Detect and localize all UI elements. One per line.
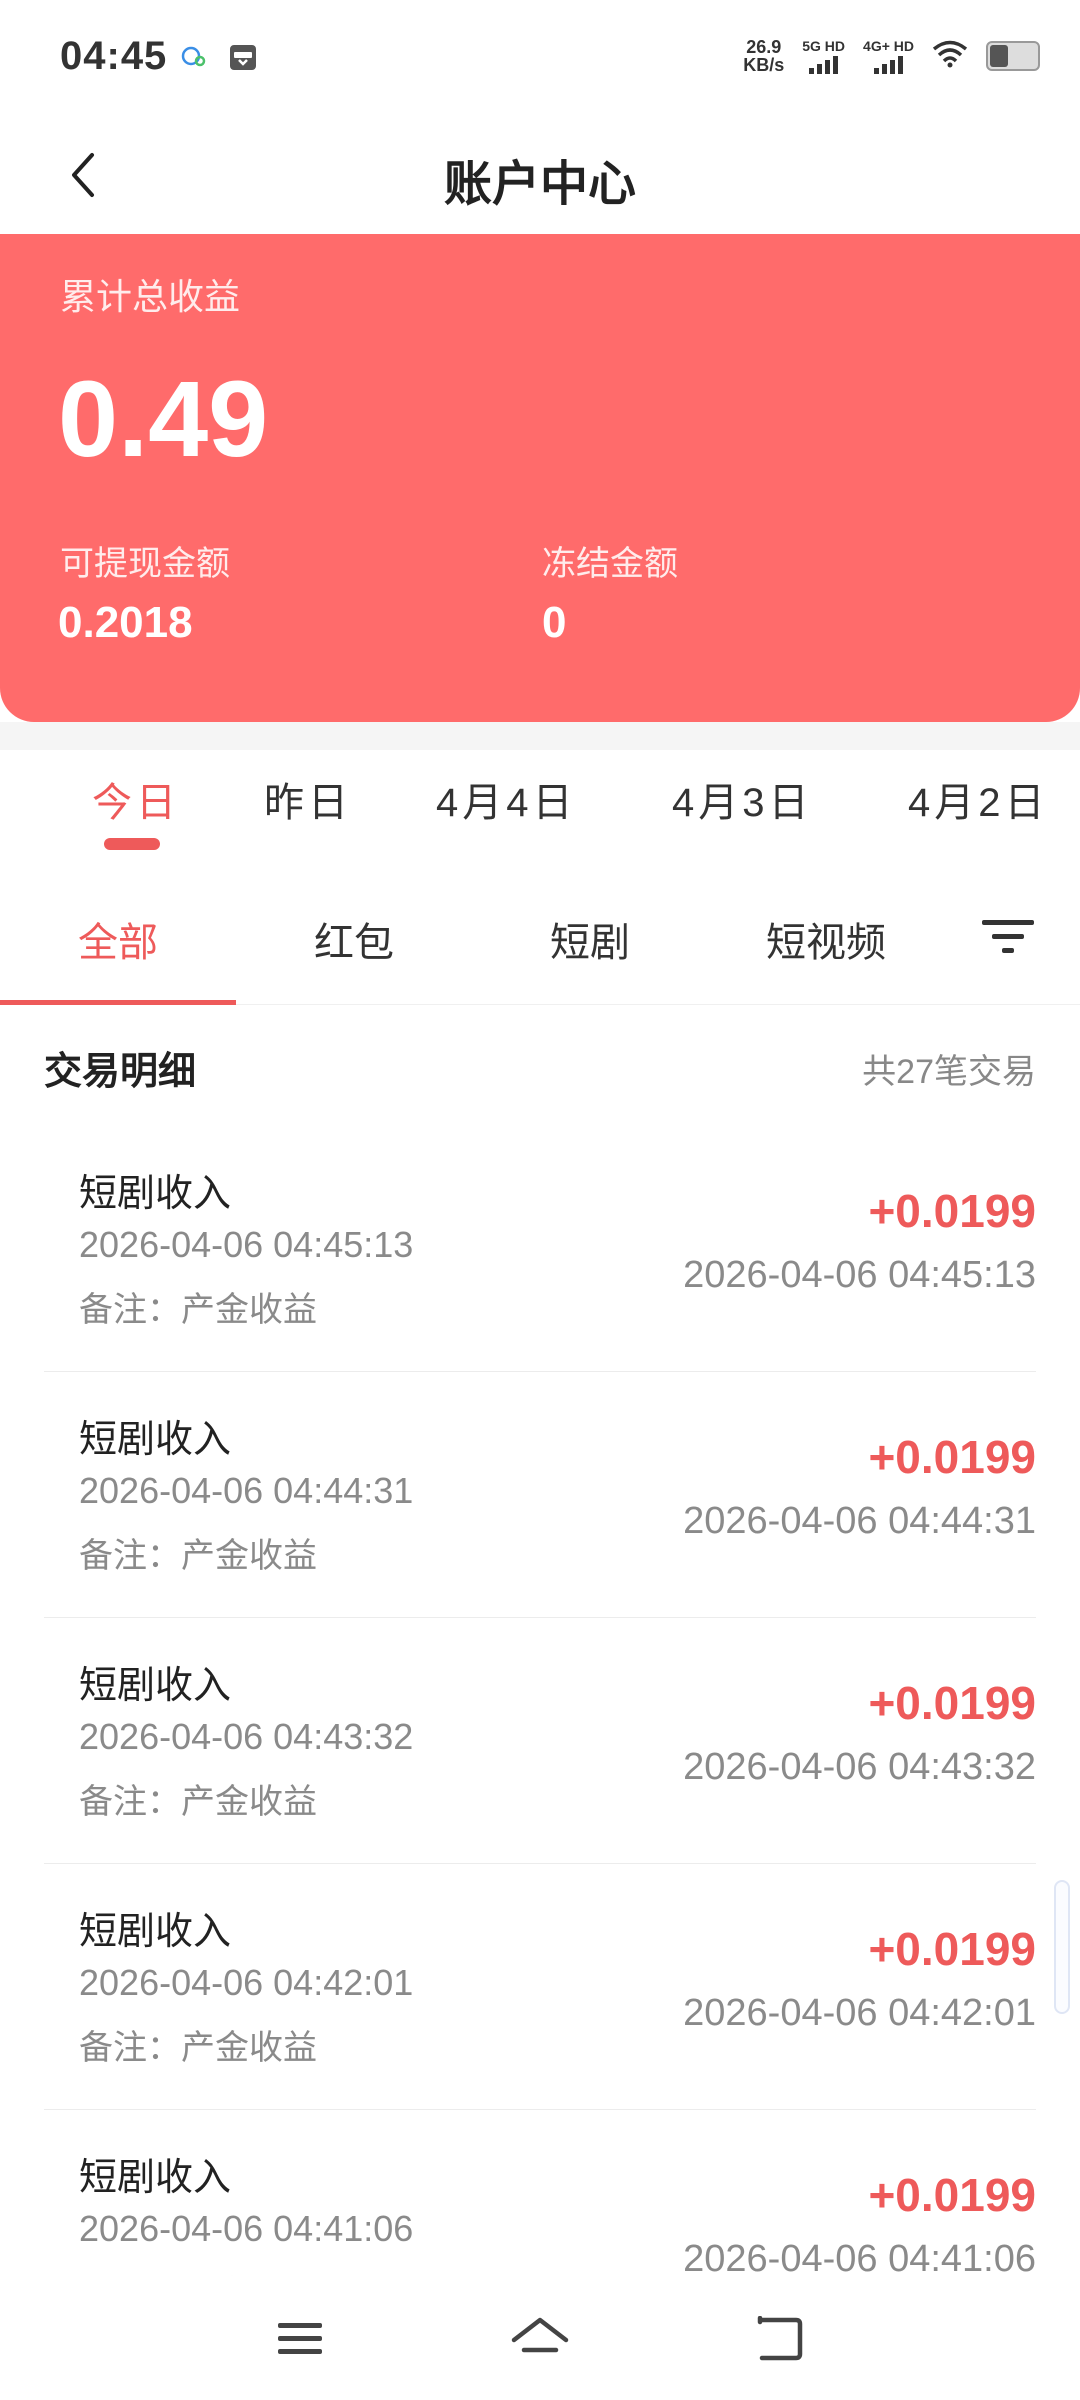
transactions-count: 共27笔交易: [862, 1053, 1036, 1091]
date-tab-today[interactable]: 今日: [92, 770, 180, 828]
list-item[interactable]: 短剧收入 2026-04-06 04:41:06 备注：产金收益 +0.0199…: [44, 2110, 1036, 2276]
date-tab-apr4[interactable]: 4月4日: [436, 770, 577, 828]
tx-amount: +0.0199: [868, 1677, 1036, 1729]
frozen-value: 0: [542, 598, 567, 647]
date-tab-apr3[interactable]: 4月3日: [672, 770, 813, 828]
tab-short-drama[interactable]: 短剧: [472, 910, 708, 968]
tx-title: 短剧收入: [79, 2157, 232, 2199]
home-icon: [511, 2317, 569, 2353]
nav-menu-button[interactable]: [260, 2304, 340, 2374]
tx-note: 备注：产金收益: [79, 2266, 317, 2276]
tx-time: 2026-04-06 04:41:06: [683, 2238, 1036, 2276]
status-bar: 04:45 26.9 KB/s 5G HD 4G+ HD: [0, 0, 1080, 118]
category-tabs: 全部 红包 短剧 短视频: [0, 872, 1080, 1005]
total-earnings-value: 0.49: [58, 358, 269, 479]
scrollbar[interactable]: [1054, 1880, 1070, 2014]
tx-time: 2026-04-06 04:44:31: [683, 1500, 1036, 1542]
network-speed: 26.9 KB/s: [743, 37, 785, 75]
earnings-card: 累计总收益 0.49 可提现金额 0.2018 冻结金额 0: [0, 234, 1080, 722]
nav-back-button[interactable]: [740, 2304, 820, 2374]
date-tab-yesterday[interactable]: 昨日: [264, 770, 352, 828]
wifi-icon: [932, 40, 968, 73]
list-item[interactable]: 短剧收入 2026-04-06 04:43:32 备注：产金收益 +0.0199…: [44, 1618, 1036, 1864]
tx-title: 短剧收入: [79, 1419, 232, 1461]
tx-date: 2026-04-06 04:43:32: [79, 1716, 414, 1757]
withdrawable-value: 0.2018: [58, 598, 193, 647]
message-bubble-icon: [180, 46, 206, 73]
tab-red-packet[interactable]: 红包: [236, 910, 472, 968]
tx-time: 2026-04-06 04:42:01: [683, 1992, 1036, 2034]
tx-amount: +0.0199: [868, 1185, 1036, 1237]
tx-amount: +0.0199: [868, 1431, 1036, 1483]
tx-time: 2026-04-06 04:45:13: [683, 1254, 1036, 1296]
tx-date: 2026-04-06 04:45:13: [79, 1224, 414, 1265]
tx-title: 短剧收入: [79, 1665, 232, 1707]
tx-amount: +0.0199: [868, 1923, 1036, 1975]
tx-title: 短剧收入: [79, 1173, 232, 1215]
tx-note: 备注：产金收益: [79, 1291, 317, 1329]
total-earnings-label: 累计总收益: [60, 276, 241, 317]
tx-time: 2026-04-06 04:43:32: [683, 1746, 1036, 1788]
tx-note: 备注：产金收益: [79, 1537, 317, 1575]
tab-short-video[interactable]: 短视频: [708, 910, 944, 968]
calendar-app-icon: [228, 42, 258, 77]
sim2-signal-icon: 4G+ HD: [863, 39, 914, 74]
tx-date: 2026-04-06 04:41:06: [79, 2208, 414, 2249]
page-title: 账户中心: [443, 158, 636, 211]
withdrawable-label: 可提现金额: [60, 545, 230, 583]
tx-note: 备注：产金收益: [79, 1783, 317, 1821]
tab-all[interactable]: 全部: [0, 910, 236, 968]
transaction-list: 短剧收入 2026-04-06 04:45:13 备注：产金收益 +0.0199…: [44, 1126, 1036, 2276]
date-tab-apr2[interactable]: 4月2日: [908, 770, 1049, 828]
tx-title: 短剧收入: [79, 1911, 232, 1953]
sim1-signal-icon: 5G HD: [802, 39, 845, 74]
menu-icon: [278, 2323, 322, 2354]
frozen-label: 冻结金额: [542, 545, 678, 583]
battery-icon: [986, 41, 1040, 71]
list-item[interactable]: 短剧收入 2026-04-06 04:45:13 备注：产金收益 +0.0199…: [44, 1126, 1036, 1372]
filter-button[interactable]: [980, 912, 1036, 962]
header: 账户中心: [0, 118, 1080, 234]
date-tab-indicator: [104, 838, 160, 850]
date-tabs: 今日 昨日 4月4日 4月3日 4月2日: [0, 750, 1080, 860]
filter-icon: [982, 920, 1034, 953]
nav-home-button[interactable]: [500, 2304, 580, 2374]
transactions-heading: 交易明细: [44, 1051, 197, 1093]
tx-date: 2026-04-06 04:42:01: [79, 1962, 414, 2003]
tx-note: 备注：产金收益: [79, 2029, 317, 2067]
back-icon: [757, 2316, 803, 2361]
category-tab-underline: [0, 1000, 236, 1005]
tx-amount: +0.0199: [868, 2169, 1036, 2221]
list-item[interactable]: 短剧收入 2026-04-06 04:44:31 备注：产金收益 +0.0199…: [44, 1372, 1036, 1618]
tx-date: 2026-04-06 04:44:31: [79, 1470, 414, 1511]
status-time: 04:45: [60, 34, 168, 78]
list-item[interactable]: 短剧收入 2026-04-06 04:42:01 备注：产金收益 +0.0199…: [44, 1864, 1036, 2110]
divider: [0, 722, 1080, 750]
system-nav-bar: [0, 2276, 1080, 2400]
